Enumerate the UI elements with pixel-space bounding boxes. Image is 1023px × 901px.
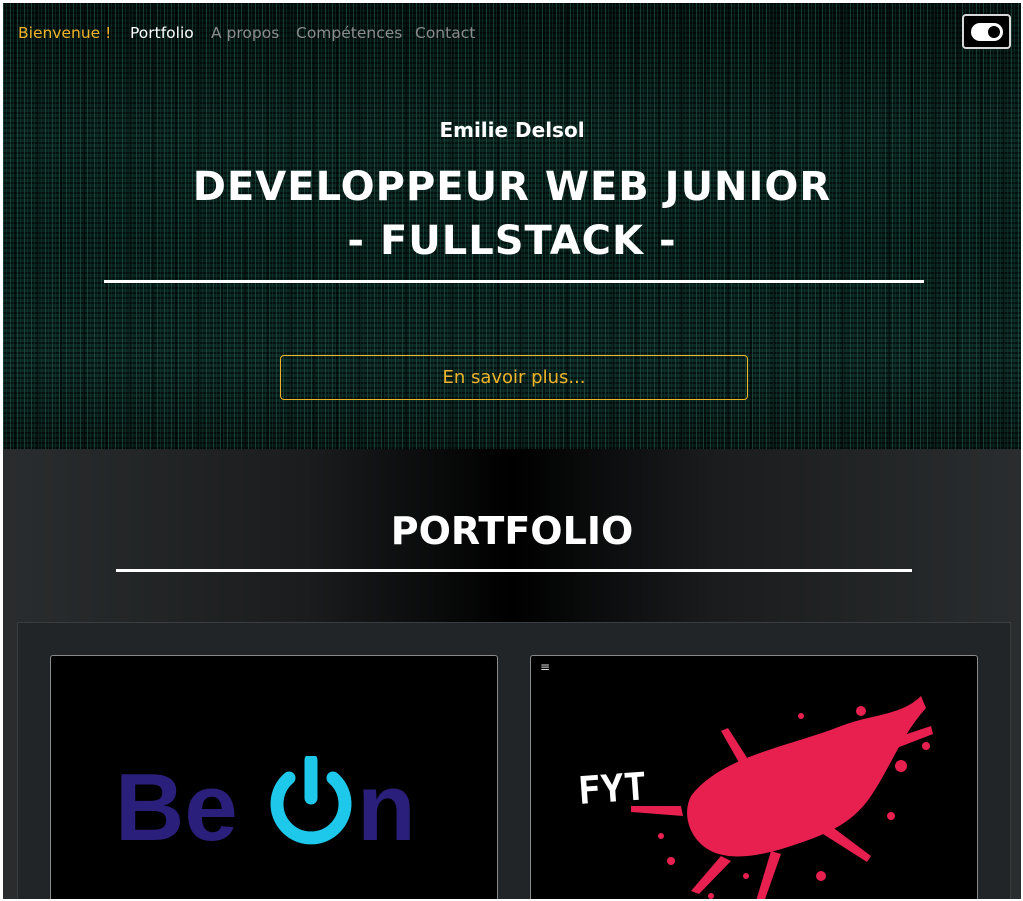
author-name: Emilie Delsol [439, 118, 585, 142]
beon-logo-text-be: Be [115, 756, 238, 861]
power-icon [270, 756, 352, 845]
browser-viewport: Bienvenue ! Portfolio A propos Compétenc… [3, 3, 1021, 899]
project-card-fyt[interactable]: ≡ FYT [530, 655, 978, 899]
project-card-beon[interactable]: Be n [50, 655, 498, 899]
portfolio-section: PORTFOLIO Be n ≡ FYT [3, 449, 1021, 899]
learn-more-button[interactable]: En savoir plus... [280, 355, 748, 400]
hamburger-menu-icon[interactable]: ≡ [540, 660, 550, 674]
fyt-logo-text: FYT [577, 764, 649, 813]
hero-content: Emilie Delsol DEVELOPPEUR WEB JUNIOR - F… [3, 3, 1021, 449]
portfolio-title: PORTFOLIO [390, 509, 634, 553]
hero-title-line-2: - FULLSTACK - [347, 218, 677, 264]
beon-logo-text-n: n [357, 756, 416, 861]
portfolio-gallery: Be n ≡ FYT [17, 622, 1011, 899]
beon-logo: Be n [115, 756, 416, 861]
hero-section: Bienvenue ! Portfolio A propos Compétenc… [3, 3, 1021, 449]
hero-title-line-1: DEVELOPPEUR WEB JUNIOR [192, 164, 832, 210]
fyt-logo: FYT [577, 696, 933, 899]
paint-splash-icon [631, 696, 933, 899]
hero-divider [104, 280, 924, 283]
portfolio-divider [116, 569, 912, 572]
